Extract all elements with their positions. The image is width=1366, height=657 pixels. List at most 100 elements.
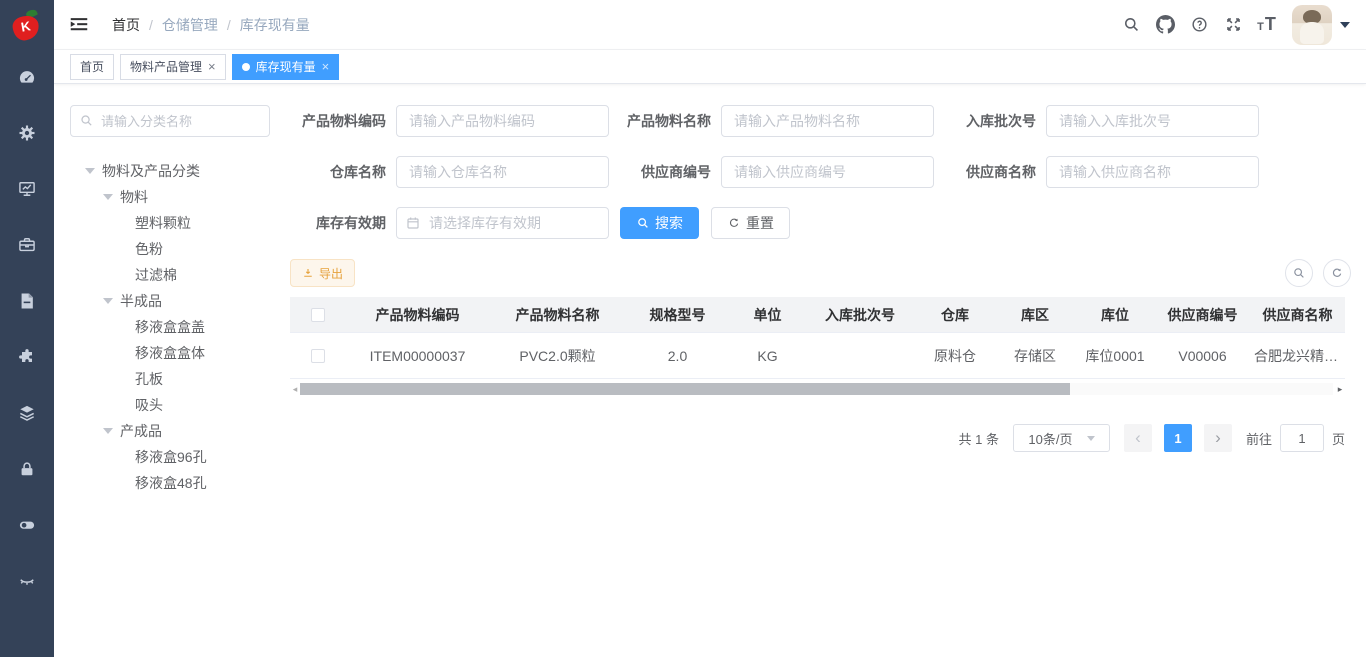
fullscreen-button[interactable] xyxy=(1216,8,1250,42)
row-checkbox[interactable] xyxy=(311,349,325,363)
tree-node-label: 移液盒盒盖 xyxy=(135,317,205,337)
page-number-1[interactable]: 1 xyxy=(1164,424,1192,452)
tree-node-tip[interactable]: 吸头 xyxy=(54,392,290,418)
breadcrumb: 首页 / 仓储管理 / 库存现有量 xyxy=(112,15,310,35)
caret-down-icon[interactable] xyxy=(103,298,113,304)
next-page-button[interactable] xyxy=(1204,424,1232,452)
caret-down-icon[interactable] xyxy=(103,428,113,434)
cell-spec: 2.0 xyxy=(625,348,730,364)
tree-node-semi-finished[interactable]: 半成品 xyxy=(54,288,290,314)
refresh-icon xyxy=(727,216,741,230)
app-logo[interactable]: K xyxy=(0,0,54,50)
page-size-select[interactable]: 10条/页 xyxy=(1013,424,1110,452)
sidebar-item-production[interactable] xyxy=(0,234,54,256)
tab-inventory-onhand[interactable]: 库存现有量 xyxy=(232,54,340,80)
tree-node-label: 移液盒盒体 xyxy=(135,343,205,363)
pagination: 共 1 条 10条/页 1 前往 页 xyxy=(959,424,1346,452)
table-row[interactable]: ITEM00000037 PVC2.0颗粒 2.0 KG 原料仓 存储区 库位0… xyxy=(290,333,1345,379)
refresh-icon xyxy=(1330,266,1344,280)
header-search-button[interactable] xyxy=(1114,8,1148,42)
tree-node-filter-cotton[interactable]: 过滤棉 xyxy=(54,262,290,288)
tree-node-box-96[interactable]: 移液盒96孔 xyxy=(54,444,290,470)
tree-node-label: 物料及产品分类 xyxy=(102,161,200,181)
main-content: 物料及产品分类 物料 塑料颗粒 色粉 过滤棉 半成品 移液盒盒盖 移液盒盒体 孔… xyxy=(54,85,1366,657)
github-link[interactable] xyxy=(1148,8,1182,42)
close-icon[interactable] xyxy=(208,60,216,73)
goto-page-input[interactable] xyxy=(1280,424,1324,452)
cell-unit: KG xyxy=(730,348,805,364)
filter-form: 产品物料编码 产品物料名称 入库批次号 仓库名称 供应商编号 供应商名称 库存有… xyxy=(290,105,1350,239)
user-menu-caret-icon[interactable] xyxy=(1340,22,1350,28)
sidebar-item-monitoring[interactable] xyxy=(0,570,54,592)
table-refresh-button[interactable] xyxy=(1323,259,1351,287)
tree-node-plastic-pellets[interactable]: 塑料颗粒 xyxy=(54,210,290,236)
monitor-chart-icon xyxy=(17,179,37,199)
batch-no-input[interactable] xyxy=(1046,105,1259,137)
field-supplier-name: 供应商名称 xyxy=(940,156,1265,188)
cell-location: 库位0001 xyxy=(1075,346,1155,366)
export-button[interactable]: 导出 xyxy=(290,259,355,287)
collapse-sidebar-icon[interactable] xyxy=(68,14,90,36)
supplier-name-input[interactable] xyxy=(1046,156,1259,188)
supplier-code-input[interactable] xyxy=(721,156,934,188)
column-header: 单位 xyxy=(730,305,805,325)
item-name-input[interactable] xyxy=(721,105,934,137)
tab-label: 库存现有量 xyxy=(256,58,316,75)
tree-node-materials[interactable]: 物料 xyxy=(54,184,290,210)
caret-down-icon[interactable] xyxy=(103,194,113,200)
sidebar-menu xyxy=(0,66,54,626)
breadcrumb-home[interactable]: 首页 xyxy=(112,15,140,35)
app-sidebar: K xyxy=(0,0,54,657)
expiry-date-input[interactable] xyxy=(396,207,609,239)
sidebar-item-settings[interactable] xyxy=(0,122,54,144)
sidebar-item-switch[interactable] xyxy=(0,514,54,536)
tree-node-box-48[interactable]: 移液盒48孔 xyxy=(54,470,290,496)
puzzle-icon xyxy=(17,347,37,367)
sidebar-item-plugins[interactable] xyxy=(0,346,54,368)
export-button-label: 导出 xyxy=(319,265,343,282)
tree-node-box-body[interactable]: 移液盒盒体 xyxy=(54,340,290,366)
scroll-left-arrow-icon[interactable] xyxy=(290,382,300,396)
sidebar-item-inventory[interactable] xyxy=(0,402,54,424)
search-icon xyxy=(636,216,650,230)
tree-node-label: 移液盒96孔 xyxy=(135,447,207,467)
user-avatar[interactable] xyxy=(1292,5,1332,45)
tree-node-well-plate[interactable]: 孔板 xyxy=(54,366,290,392)
help-button[interactable] xyxy=(1182,8,1216,42)
tree-node-finished[interactable]: 产成品 xyxy=(54,418,290,444)
reset-button[interactable]: 重置 xyxy=(711,207,790,239)
category-search-input[interactable] xyxy=(70,105,270,137)
scrollbar-thumb[interactable] xyxy=(300,383,1070,395)
table-search-toggle-button[interactable] xyxy=(1285,259,1313,287)
column-header: 产品物料编码 xyxy=(345,305,490,325)
eye-closed-icon xyxy=(17,571,37,591)
scrollbar-track[interactable] xyxy=(300,383,1333,395)
briefcase-icon xyxy=(17,235,37,255)
close-icon[interactable] xyxy=(322,60,330,73)
sidebar-item-dashboard[interactable] xyxy=(0,66,54,88)
search-button[interactable]: 搜索 xyxy=(620,207,699,239)
item-code-input[interactable] xyxy=(396,105,609,137)
column-header: 入库批次号 xyxy=(805,305,915,325)
sidebar-item-security[interactable] xyxy=(0,458,54,480)
gear-icon xyxy=(17,123,37,143)
github-icon xyxy=(1156,15,1175,34)
tree-node-box-lid[interactable]: 移液盒盒盖 xyxy=(54,314,290,340)
header-actions xyxy=(1114,5,1366,45)
column-header: 供应商编号 xyxy=(1155,305,1250,325)
scroll-right-arrow-icon[interactable] xyxy=(1335,382,1345,396)
select-all-checkbox[interactable] xyxy=(311,308,325,322)
tree-node-pigment[interactable]: 色粉 xyxy=(54,236,290,262)
font-size-button[interactable] xyxy=(1250,8,1284,42)
horizontal-scrollbar[interactable] xyxy=(290,382,1345,396)
sidebar-item-analytics[interactable] xyxy=(0,178,54,200)
tab-material-product[interactable]: 物料产品管理 xyxy=(120,54,226,80)
field-label: 产品物料编码 xyxy=(290,111,386,131)
caret-down-icon[interactable] xyxy=(85,168,95,174)
prev-page-button[interactable] xyxy=(1124,424,1152,452)
sidebar-item-documents[interactable] xyxy=(0,290,54,312)
tab-home[interactable]: 首页 xyxy=(70,54,114,80)
warehouse-name-input[interactable] xyxy=(396,156,609,188)
tree-node-label: 过滤棉 xyxy=(135,265,177,285)
tree-node-root[interactable]: 物料及产品分类 xyxy=(54,158,290,184)
